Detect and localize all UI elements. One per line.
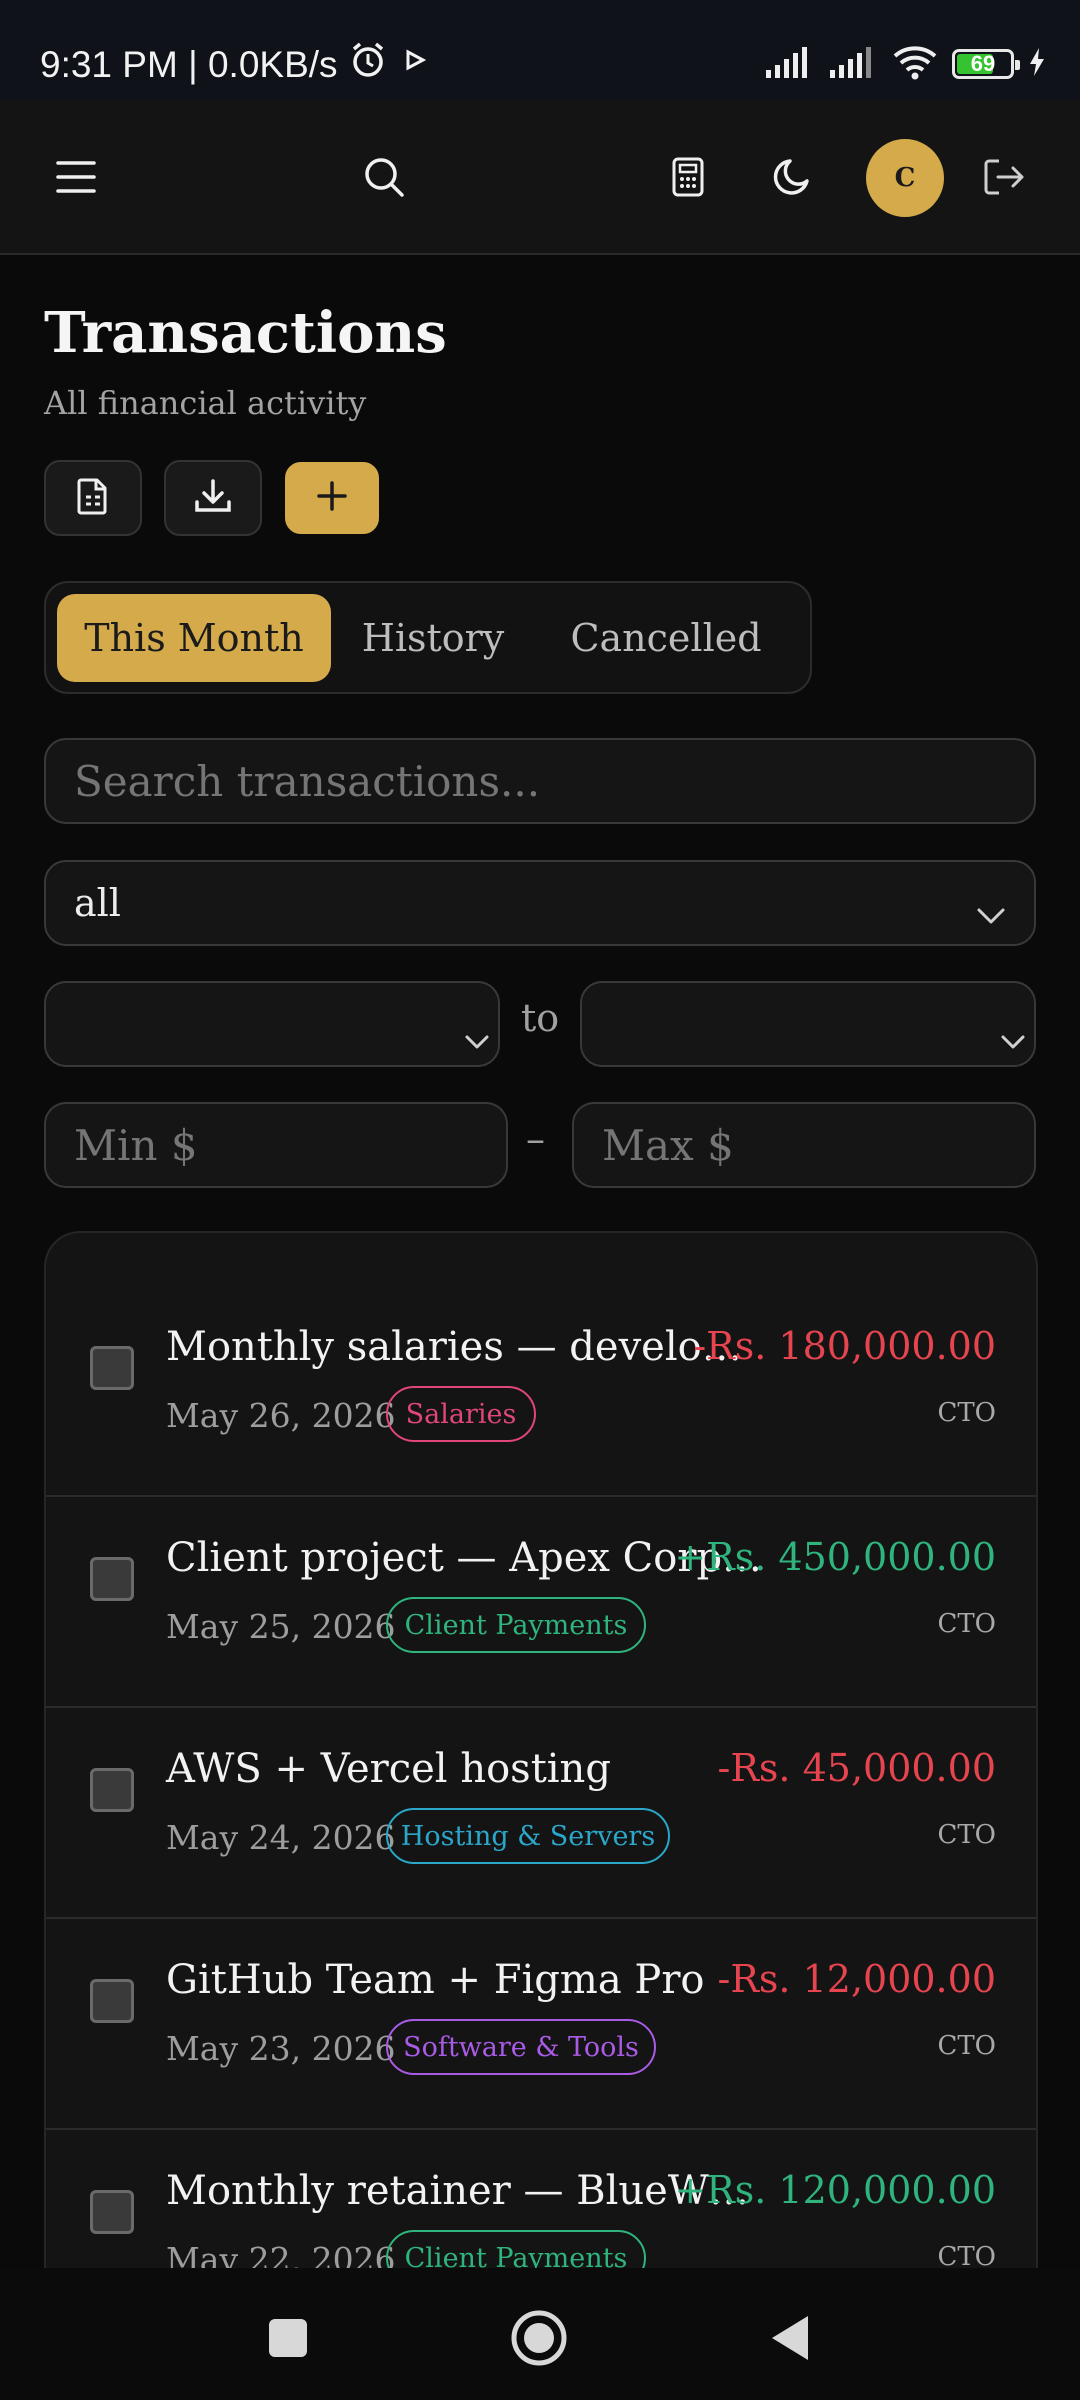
status-bar: 9:31 PM | 0.0KB/s 69: [0, 0, 1080, 100]
date-from-select[interactable]: [44, 981, 500, 1067]
max-amount-input[interactable]: [572, 1102, 1036, 1188]
transaction-owner: CTO: [937, 2031, 996, 2061]
row-checkbox[interactable]: [90, 1979, 134, 2023]
list-item[interactable]: AWS + Vercel hosting May 24, 2026 Hostin…: [46, 1708, 1036, 1919]
page-title: Transactions: [44, 300, 447, 366]
transaction-amount: +Rs. 450,000.00: [674, 1535, 996, 1579]
chevron-down-icon: [464, 1013, 490, 1062]
back-icon[interactable]: [760, 2308, 820, 2368]
list-item[interactable]: GitHub Team + Figma Pro May 23, 2026 Sof…: [46, 1919, 1036, 2130]
document-icon: [77, 477, 109, 519]
battery-icon: 69: [952, 49, 1020, 79]
avatar[interactable]: C: [866, 139, 944, 217]
transaction-title: Monthly salaries — develo…: [166, 1324, 742, 1370]
row-checkbox[interactable]: [90, 1768, 134, 1812]
transaction-amount: -Rs. 180,000.00: [693, 1324, 996, 1368]
transaction-title: GitHub Team + Figma Pro: [166, 1957, 705, 2003]
signal-icon: [764, 46, 814, 82]
transaction-list: Monthly salaries — develo… May 26, 2026 …: [44, 1231, 1038, 2271]
chevron-down-icon: [1000, 1013, 1026, 1062]
page-subtitle: All financial activity: [44, 384, 367, 422]
category-badge: Salaries: [386, 1386, 536, 1442]
transaction-owner: CTO: [937, 1609, 996, 1639]
transaction-owner: CTO: [937, 2242, 996, 2271]
plus-icon: [316, 480, 348, 516]
download-icon: [194, 478, 232, 518]
battery-percent: 69: [970, 51, 996, 76]
recent-apps-icon[interactable]: [258, 2308, 318, 2368]
row-checkbox[interactable]: [90, 1557, 134, 1601]
export-report-button[interactable]: [44, 460, 142, 536]
category-badge: Client Payments: [386, 1597, 646, 1653]
transaction-date: May 25, 2026: [166, 1607, 396, 1646]
calculator-icon[interactable]: [656, 145, 720, 209]
charging-icon: [1028, 47, 1046, 81]
min-amount-input[interactable]: [44, 1102, 508, 1188]
alarm-icon: [348, 40, 388, 89]
list-item[interactable]: Monthly salaries — develo… May 26, 2026 …: [46, 1286, 1036, 1497]
tab-history[interactable]: History: [346, 594, 520, 682]
status-time: 9:31 PM | 0.0KB/s: [40, 43, 338, 85]
tab-cancelled[interactable]: Cancelled: [534, 594, 798, 682]
add-transaction-button[interactable]: [285, 462, 379, 534]
list-item[interactable]: Client project — Apex Corp… May 25, 2026…: [46, 1497, 1036, 1708]
category-badge: Software & Tools: [386, 2019, 656, 2075]
date-to-select[interactable]: [580, 981, 1036, 1067]
system-nav-bar: [0, 2268, 1080, 2400]
category-badge: Hosting & Servers: [386, 1808, 670, 1864]
signal-icon: [828, 46, 878, 82]
play-store-icon: [398, 43, 432, 86]
tab-this-month[interactable]: This Month: [57, 594, 331, 682]
row-checkbox[interactable]: [90, 1346, 134, 1390]
chevron-down-icon: [976, 892, 1006, 936]
list-item[interactable]: Monthly retainer — BlueW… May 22, 2026 C…: [46, 2130, 1036, 2271]
transaction-date: May 24, 2026: [166, 1818, 396, 1857]
row-checkbox[interactable]: [90, 2190, 134, 2234]
transaction-date: May 22, 2026: [166, 2240, 396, 2271]
amount-range-separator: –: [526, 1117, 545, 1161]
search-input[interactable]: [44, 738, 1036, 824]
download-button[interactable]: [164, 460, 262, 536]
status-left: 9:31 PM | 0.0KB/s: [40, 40, 432, 89]
transaction-amount: -Rs. 45,000.00: [717, 1746, 996, 1790]
search-icon[interactable]: [352, 145, 416, 209]
logout-icon[interactable]: [972, 145, 1036, 209]
date-range-separator: to: [521, 996, 560, 1040]
menu-icon[interactable]: [44, 145, 108, 209]
transaction-amount: -Rs. 12,000.00: [717, 1957, 996, 2001]
status-right: 69: [764, 44, 1046, 84]
category-select-value: all: [74, 881, 121, 925]
transaction-title: Client project — Apex Corp…: [166, 1535, 763, 1581]
transaction-owner: CTO: [937, 1398, 996, 1428]
home-icon[interactable]: [509, 2308, 569, 2368]
transaction-title: AWS + Vercel hosting: [166, 1746, 611, 1792]
wifi-icon: [892, 44, 938, 84]
transaction-date: May 23, 2026: [166, 2029, 396, 2068]
transaction-title: Monthly retainer — BlueW…: [166, 2168, 749, 2214]
transaction-date: May 26, 2026: [166, 1396, 396, 1435]
transaction-tabs: This Month History Cancelled: [44, 581, 812, 694]
moon-icon[interactable]: [760, 145, 824, 209]
transaction-owner: CTO: [937, 1820, 996, 1850]
transaction-amount: +Rs. 120,000.00: [674, 2168, 996, 2212]
category-badge: Client Payments: [386, 2230, 646, 2271]
category-select[interactable]: all: [44, 860, 1036, 946]
